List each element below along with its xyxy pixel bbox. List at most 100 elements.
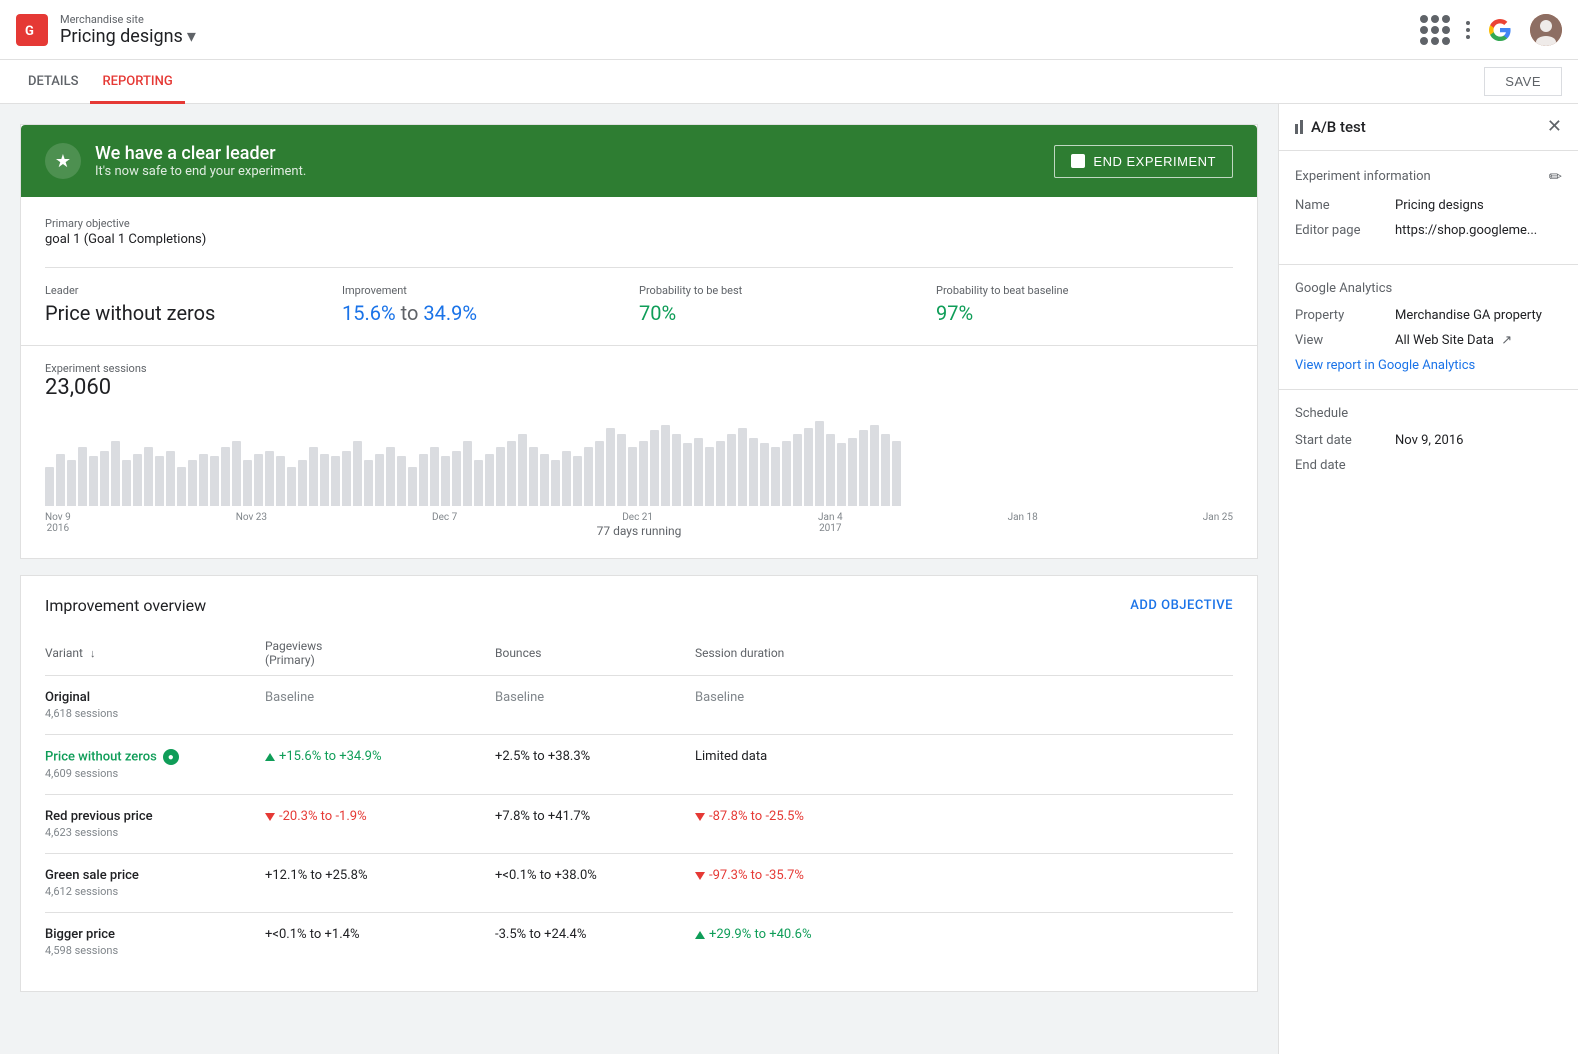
col-header-bounces: Bounces bbox=[495, 631, 695, 676]
chart-bar bbox=[617, 434, 626, 506]
property-row: Property Merchandise GA property bbox=[1295, 308, 1562, 323]
save-button[interactable]: SAVE bbox=[1484, 67, 1562, 96]
chart-bar bbox=[760, 443, 769, 506]
chart-bar bbox=[573, 456, 582, 506]
property-value: Merchandise GA property bbox=[1395, 308, 1562, 323]
prob-best-value: 70% bbox=[639, 301, 936, 325]
chart-bar bbox=[45, 467, 54, 506]
chart-bar bbox=[474, 460, 483, 506]
view-row: View All Web Site Data ↗ bbox=[1295, 333, 1562, 348]
experiment-info-section: Experiment information ✏ Name Pricing de… bbox=[1279, 151, 1578, 265]
user-avatar[interactable] bbox=[1530, 14, 1562, 46]
bounces-cell: +7.8% to +41.7% bbox=[495, 795, 695, 854]
chart-bar bbox=[232, 441, 241, 506]
star-icon: ★ bbox=[45, 143, 81, 179]
property-label: Property bbox=[1295, 308, 1395, 323]
chart-bar bbox=[892, 441, 901, 506]
variant-name: Original bbox=[45, 690, 265, 705]
tabs-bar: DETAILS REPORTING SAVE bbox=[0, 60, 1578, 104]
sidebar-editor-value: https://shop.googleme... bbox=[1395, 223, 1562, 238]
sidebar-header: A/B test ✕ bbox=[1279, 104, 1578, 151]
banner-title: We have a clear leader bbox=[95, 143, 306, 164]
winner-badge: ● bbox=[163, 749, 179, 765]
sessions-value: 23,060 bbox=[45, 375, 1233, 400]
bounces-cell: +2.5% to +38.3% bbox=[495, 735, 695, 795]
chart-bar bbox=[89, 456, 98, 506]
up-arrow bbox=[265, 753, 275, 761]
stat-prob-baseline: Probability to beat baseline 97% bbox=[936, 284, 1233, 325]
tab-reporting[interactable]: REPORTING bbox=[90, 60, 184, 104]
chart-bar bbox=[155, 456, 164, 506]
banner-subtitle: It's now safe to end your experiment. bbox=[95, 164, 306, 179]
chart-bar bbox=[650, 430, 659, 506]
sidebar-name-label: Name bbox=[1295, 198, 1395, 213]
chart-bar bbox=[672, 434, 681, 506]
chart-bar bbox=[133, 454, 142, 506]
schedule-section: Schedule Start date Nov 9, 2016 End date bbox=[1279, 390, 1578, 499]
sidebar: A/B test ✕ Experiment information ✏ Name… bbox=[1278, 104, 1578, 1054]
chart-bar bbox=[375, 454, 384, 506]
down-arrow bbox=[695, 872, 705, 880]
chart-bar bbox=[430, 447, 439, 506]
chart-bar bbox=[199, 454, 208, 506]
banner-text: We have a clear leader It's now safe to … bbox=[95, 143, 306, 179]
view-report-link[interactable]: View report in Google Analytics bbox=[1295, 358, 1562, 373]
pageviews-cell: +15.6% to +34.9% bbox=[265, 735, 495, 795]
stat-improvement: Improvement 15.6% to 34.9% bbox=[342, 284, 639, 325]
chart-bar bbox=[782, 441, 791, 506]
chart-container: Nov 92016 Nov 23 Dec 7 Dec 21 Jan 42017 … bbox=[45, 416, 1233, 516]
chart-bar bbox=[562, 451, 571, 506]
table-row: Original4,618 sessionsBaselineBaselineBa… bbox=[45, 676, 1233, 735]
experiment-info-title: Experiment information ✏ bbox=[1295, 167, 1562, 186]
end-experiment-button[interactable]: END EXPERIMENT bbox=[1054, 145, 1233, 178]
start-date-value: Nov 9, 2016 bbox=[1395, 433, 1562, 448]
sidebar-name-value: Pricing designs bbox=[1395, 198, 1562, 213]
chart-bar bbox=[815, 421, 824, 506]
topbar-actions bbox=[1420, 14, 1562, 46]
chart-bar bbox=[342, 451, 351, 506]
col-header-session: Session duration bbox=[695, 631, 1233, 676]
session-duration-cell: Baseline bbox=[695, 676, 1233, 735]
edit-icon[interactable]: ✏ bbox=[1549, 167, 1562, 186]
chart-bar bbox=[771, 447, 780, 506]
goal-value: goal 1 (Goal 1 Completions) bbox=[45, 232, 1233, 247]
chart-bar bbox=[518, 434, 527, 506]
title-dropdown-icon[interactable]: ▾ bbox=[187, 26, 196, 47]
prob-baseline-value: 97% bbox=[936, 301, 1233, 325]
chart-bar bbox=[221, 447, 230, 506]
start-date-row: Start date Nov 9, 2016 bbox=[1295, 433, 1562, 448]
chart-bar bbox=[78, 447, 87, 506]
main-content: ★ We have a clear leader It's now safe t… bbox=[0, 104, 1278, 1054]
leader-value: Price without zeros bbox=[45, 301, 342, 325]
chart-area: Experiment sessions 23,060 Nov 92016 Nov… bbox=[21, 345, 1257, 558]
chart-bar bbox=[463, 441, 472, 506]
leader-label: Leader bbox=[45, 284, 342, 297]
add-objective-button[interactable]: ADD OBJECTIVE bbox=[1130, 598, 1233, 613]
stop-icon bbox=[1071, 154, 1085, 168]
variant-sessions: 4,598 sessions bbox=[45, 944, 265, 957]
topbar: G Merchandise site Pricing designs ▾ bbox=[0, 0, 1578, 60]
chart-bar bbox=[100, 451, 109, 506]
variant-sessions: 4,623 sessions bbox=[45, 826, 265, 839]
chart-bar bbox=[144, 447, 153, 506]
banner-left: ★ We have a clear leader It's now safe t… bbox=[45, 143, 306, 179]
chart-bar bbox=[727, 434, 736, 506]
bounces-cell: +<0.1% to +38.0% bbox=[495, 854, 695, 913]
improvement-overview-card: Improvement overview ADD OBJECTIVE Varia… bbox=[20, 575, 1258, 992]
chart-bar bbox=[485, 454, 494, 506]
end-date-row: End date bbox=[1295, 458, 1562, 473]
improvement-header: Improvement overview ADD OBJECTIVE bbox=[45, 596, 1233, 615]
chart-bar bbox=[111, 441, 120, 506]
app-logo: G bbox=[16, 14, 48, 46]
variant-name: Price without zeros● bbox=[45, 749, 265, 765]
sidebar-editor-row: Editor page https://shop.googleme... bbox=[1295, 223, 1562, 238]
sidebar-close-button[interactable]: ✕ bbox=[1547, 118, 1562, 136]
bounces-cell: -3.5% to +24.4% bbox=[495, 913, 695, 972]
chart-bar bbox=[408, 467, 417, 506]
sessions-label: Experiment sessions bbox=[45, 362, 1233, 375]
session-duration-cell: +29.9% to +40.6% bbox=[695, 913, 1233, 972]
more-options-icon[interactable] bbox=[1466, 21, 1470, 39]
apps-icon[interactable] bbox=[1420, 15, 1450, 45]
tab-details[interactable]: DETAILS bbox=[16, 60, 90, 104]
chart-bar bbox=[529, 447, 538, 506]
